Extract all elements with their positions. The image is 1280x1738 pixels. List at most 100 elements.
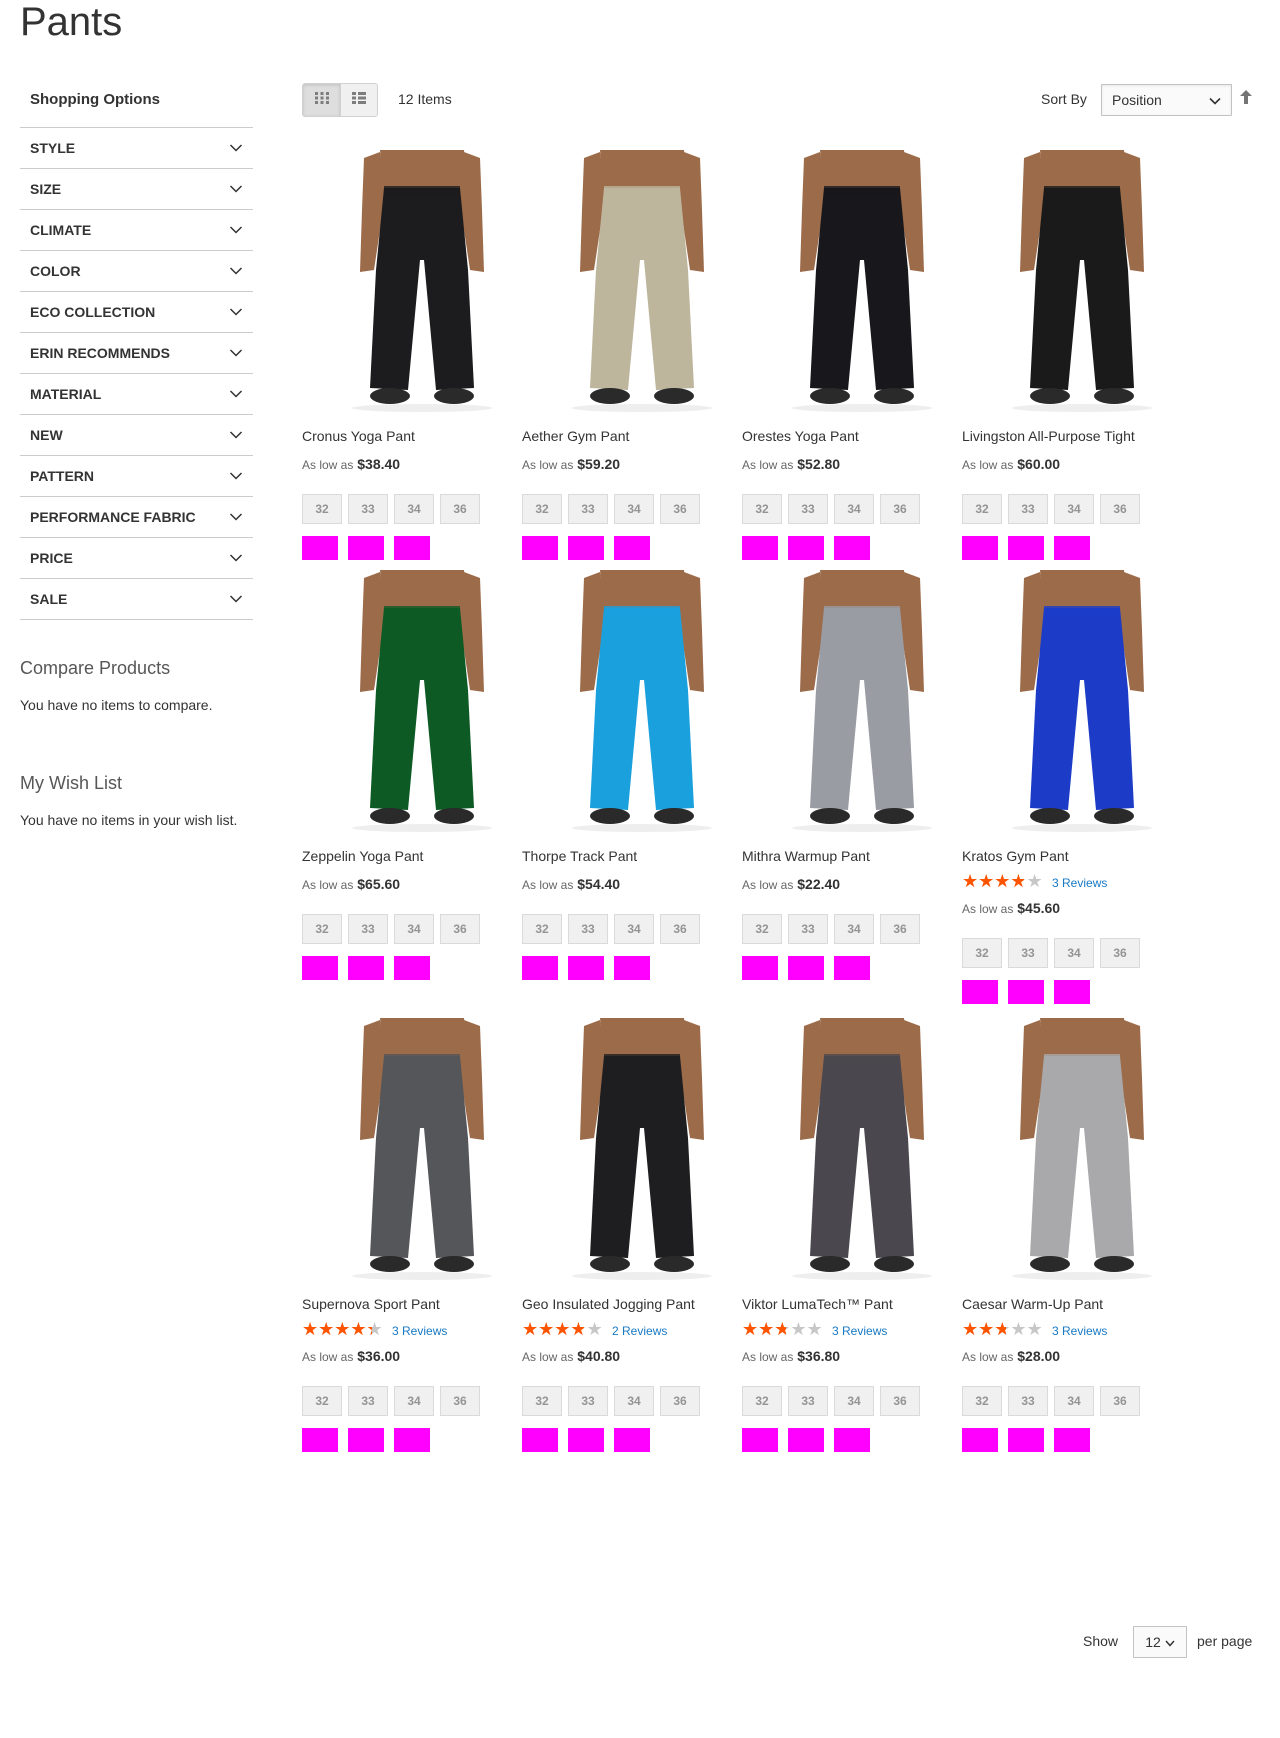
product-name-link[interactable]: Thorpe Track Pant [522, 848, 762, 868]
product-image[interactable] [302, 150, 542, 418]
reviews-link[interactable]: 3 Reviews [1052, 1324, 1107, 1338]
size-option[interactable]: 34 [834, 1386, 874, 1416]
size-option[interactable]: 32 [742, 914, 782, 944]
size-option[interactable]: 32 [742, 494, 782, 524]
color-swatch[interactable] [522, 536, 558, 560]
color-swatch[interactable] [568, 536, 604, 560]
product-image[interactable] [742, 1018, 982, 1286]
size-option[interactable]: 34 [1054, 1386, 1094, 1416]
filter-climate[interactable]: CLIMATE [20, 210, 253, 251]
color-swatch[interactable] [1008, 536, 1044, 560]
product-name-link[interactable]: Mithra Warmup Pant [742, 848, 982, 868]
filter-sale[interactable]: SALE [20, 579, 253, 620]
grid-view-button[interactable] [303, 84, 340, 116]
filter-material[interactable]: MATERIAL [20, 374, 253, 415]
size-option[interactable]: 34 [614, 914, 654, 944]
product-image[interactable] [742, 150, 982, 418]
size-option[interactable]: 32 [962, 938, 1002, 968]
color-swatch[interactable] [1054, 980, 1090, 1004]
size-option[interactable]: 32 [522, 494, 562, 524]
color-swatch[interactable] [614, 1428, 650, 1452]
filter-new[interactable]: NEW [20, 415, 253, 456]
size-option[interactable]: 36 [880, 914, 920, 944]
filter-color[interactable]: COLOR [20, 251, 253, 292]
reviews-link[interactable]: 3 Reviews [832, 1324, 887, 1338]
size-option[interactable]: 32 [522, 914, 562, 944]
product-name-link[interactable]: Geo Insulated Jogging Pant [522, 1296, 762, 1316]
color-swatch[interactable] [788, 1428, 824, 1452]
product-name-link[interactable]: Aether Gym Pant [522, 428, 762, 448]
color-swatch[interactable] [788, 956, 824, 980]
color-swatch[interactable] [742, 956, 778, 980]
size-option[interactable]: 36 [440, 494, 480, 524]
size-option[interactable]: 34 [834, 914, 874, 944]
color-swatch[interactable] [302, 536, 338, 560]
size-option[interactable]: 36 [1100, 938, 1140, 968]
filter-price[interactable]: PRICE [20, 538, 253, 579]
filter-pattern[interactable]: PATTERN [20, 456, 253, 497]
color-swatch[interactable] [302, 956, 338, 980]
color-swatch[interactable] [1054, 1428, 1090, 1452]
size-option[interactable]: 33 [1008, 1386, 1048, 1416]
reviews-link[interactable]: 2 Reviews [612, 1324, 667, 1338]
filter-eco-collection[interactable]: ECO COLLECTION [20, 292, 253, 333]
color-swatch[interactable] [394, 1428, 430, 1452]
size-option[interactable]: 32 [962, 494, 1002, 524]
filter-performance-fabric[interactable]: PERFORMANCE FABRIC [20, 497, 253, 538]
filter-size[interactable]: SIZE [20, 169, 253, 210]
color-swatch[interactable] [568, 956, 604, 980]
size-option[interactable]: 36 [440, 914, 480, 944]
product-image[interactable] [302, 1018, 542, 1286]
product-image[interactable] [962, 1018, 1202, 1286]
size-option[interactable]: 36 [660, 1386, 700, 1416]
size-option[interactable]: 36 [880, 494, 920, 524]
reviews-link[interactable]: 3 Reviews [392, 1324, 447, 1338]
product-name-link[interactable]: Livingston All-Purpose Tight [962, 428, 1202, 448]
size-option[interactable]: 33 [1008, 938, 1048, 968]
color-swatch[interactable] [614, 956, 650, 980]
reviews-link[interactable]: 3 Reviews [1052, 876, 1107, 890]
size-option[interactable]: 34 [834, 494, 874, 524]
color-swatch[interactable] [394, 536, 430, 560]
limit-select[interactable]: 12 [1133, 1626, 1187, 1658]
color-swatch[interactable] [348, 956, 384, 980]
size-option[interactable]: 34 [614, 1386, 654, 1416]
color-swatch[interactable] [834, 1428, 870, 1452]
size-option[interactable]: 33 [788, 1386, 828, 1416]
size-option[interactable]: 33 [788, 494, 828, 524]
color-swatch[interactable] [522, 1428, 558, 1452]
size-option[interactable]: 34 [394, 494, 434, 524]
size-option[interactable]: 32 [302, 494, 342, 524]
size-option[interactable]: 34 [1054, 494, 1094, 524]
size-option[interactable]: 34 [1054, 938, 1094, 968]
color-swatch[interactable] [348, 1428, 384, 1452]
size-option[interactable]: 33 [348, 914, 388, 944]
size-option[interactable]: 32 [522, 1386, 562, 1416]
color-swatch[interactable] [788, 536, 824, 560]
product-name-link[interactable]: Cronus Yoga Pant [302, 428, 542, 448]
size-option[interactable]: 33 [348, 1386, 388, 1416]
product-name-link[interactable]: Orestes Yoga Pant [742, 428, 982, 448]
product-image[interactable] [522, 1018, 762, 1286]
color-swatch[interactable] [522, 956, 558, 980]
color-swatch[interactable] [1054, 536, 1090, 560]
filter-erin-recommends[interactable]: ERIN RECOMMENDS [20, 333, 253, 374]
size-option[interactable]: 33 [568, 494, 608, 524]
color-swatch[interactable] [394, 956, 430, 980]
size-option[interactable]: 32 [302, 914, 342, 944]
size-option[interactable]: 34 [394, 1386, 434, 1416]
product-image[interactable] [522, 570, 762, 838]
color-swatch[interactable] [834, 536, 870, 560]
color-swatch[interactable] [962, 980, 998, 1004]
size-option[interactable]: 36 [1100, 494, 1140, 524]
color-swatch[interactable] [742, 536, 778, 560]
product-image[interactable] [302, 570, 542, 838]
product-name-link[interactable]: Caesar Warm-Up Pant [962, 1296, 1202, 1316]
size-option[interactable]: 36 [660, 914, 700, 944]
color-swatch[interactable] [614, 536, 650, 560]
size-option[interactable]: 33 [568, 1386, 608, 1416]
size-option[interactable]: 36 [1100, 1386, 1140, 1416]
sort-direction-button[interactable] [1236, 89, 1256, 109]
color-swatch[interactable] [1008, 1428, 1044, 1452]
size-option[interactable]: 36 [880, 1386, 920, 1416]
